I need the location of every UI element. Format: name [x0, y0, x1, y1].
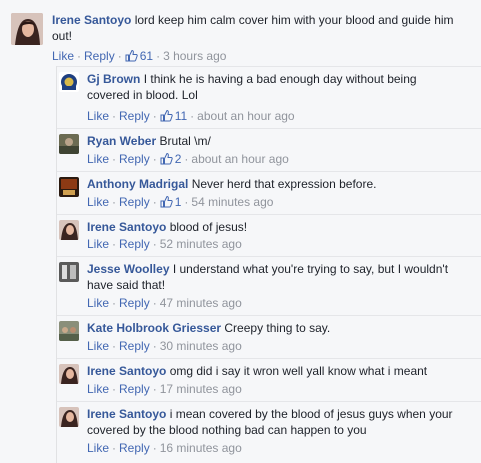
reply-text: Anthony Madrigal Never herd that express…	[87, 177, 377, 191]
avatar[interactable]	[59, 364, 79, 384]
like-count-badge[interactable]: 1	[160, 195, 181, 209]
reply-actions: Like · Reply · 1 · 54 minutes ago	[87, 195, 274, 209]
timestamp[interactable]: 54 minutes ago	[191, 195, 273, 209]
reply-actions: Like · Reply · 11 · about an hour ago	[87, 109, 295, 123]
author-name[interactable]: Kate Holbrook Griesser	[87, 321, 221, 335]
reply-thread-line	[56, 66, 57, 463]
avatar[interactable]	[59, 134, 79, 154]
author-name[interactable]: Irene Santoyo	[87, 220, 166, 234]
like-link[interactable]: Like	[87, 339, 109, 353]
timestamp[interactable]: 30 minutes ago	[160, 339, 242, 353]
like-link[interactable]: Like	[87, 152, 109, 166]
timestamp[interactable]: 17 minutes ago	[160, 382, 242, 396]
author-name[interactable]: Irene Santoyo	[87, 407, 166, 421]
reply-link[interactable]: Reply	[119, 237, 150, 251]
thumbs-up-icon	[160, 195, 173, 208]
avatar[interactable]	[59, 177, 79, 197]
divider	[57, 358, 481, 359]
reply-link[interactable]: Reply	[119, 382, 150, 396]
like-count-badge[interactable]: 11	[160, 109, 187, 123]
reply-actions: Like · Reply · 2 · about an hour ago	[87, 152, 289, 166]
comment-text: Irene Santoyo lord keep him calm cover h…	[52, 13, 454, 43]
reply-text: Kate Holbrook Griesser Creepy thing to s…	[87, 321, 331, 335]
timestamp[interactable]: 16 minutes ago	[160, 441, 242, 455]
thumbs-up-icon	[125, 49, 138, 62]
like-link[interactable]: Like	[87, 195, 109, 209]
author-name[interactable]: Ryan Weber	[87, 134, 156, 148]
author-name[interactable]: Jesse Woolley	[87, 262, 170, 276]
reply-text: Gj Brown I think he is having a bad enou…	[87, 72, 417, 102]
avatar[interactable]	[11, 13, 43, 45]
timestamp[interactable]: about an hour ago	[191, 152, 288, 166]
reply-actions: Like · Reply · 52 minutes ago	[87, 237, 242, 251]
like-link[interactable]: Like	[87, 382, 109, 396]
like-link[interactable]: Like	[52, 49, 74, 63]
divider	[57, 214, 481, 215]
divider	[57, 128, 481, 129]
timestamp[interactable]: about an hour ago	[197, 109, 294, 123]
avatar[interactable]	[59, 72, 79, 92]
reply-text: Irene Santoyo blood of jesus!	[87, 220, 248, 234]
reply-actions: Like · Reply · 47 minutes ago	[87, 296, 242, 310]
avatar[interactable]	[59, 321, 79, 341]
reply-link[interactable]: Reply	[84, 49, 115, 63]
like-count-badge[interactable]: 2	[160, 152, 181, 166]
like-count-badge[interactable]: 61	[125, 49, 153, 63]
reply-link[interactable]: Reply	[119, 339, 150, 353]
reply-link[interactable]: Reply	[119, 296, 150, 310]
divider	[57, 315, 481, 316]
like-link[interactable]: Like	[87, 296, 109, 310]
like-link[interactable]: Like	[87, 109, 109, 123]
divider	[57, 66, 481, 67]
reply-text: Ryan Weber Brutal \m/	[87, 134, 211, 148]
thumbs-up-icon	[160, 109, 173, 122]
timestamp[interactable]: 3 hours ago	[163, 49, 226, 63]
timestamp[interactable]: 52 minutes ago	[160, 237, 242, 251]
reply-link[interactable]: Reply	[119, 152, 150, 166]
author-name[interactable]: Anthony Madrigal	[87, 177, 188, 191]
top-comment: Irene Santoyo lord keep him calm cover h…	[0, 0, 481, 66]
reply-actions: Like · Reply · 16 minutes ago	[87, 441, 242, 455]
reply-link[interactable]: Reply	[119, 109, 150, 123]
reply-text: Irene Santoyo i mean covered by the bloo…	[87, 407, 453, 437]
author-name[interactable]: Gj Brown	[87, 72, 140, 86]
author-name[interactable]: Irene Santoyo	[52, 13, 131, 27]
reply-link[interactable]: Reply	[119, 195, 150, 209]
comment-actions: Like · Reply · 61 · 3 hours ago	[52, 49, 227, 63]
reply-text: Irene Santoyo omg did i say it wron well…	[87, 364, 428, 378]
like-link[interactable]: Like	[87, 441, 109, 455]
author-name[interactable]: Irene Santoyo	[87, 364, 166, 378]
reply-text: Jesse Woolley I understand what you're t…	[87, 262, 449, 292]
reply-link[interactable]: Reply	[119, 441, 150, 455]
divider	[57, 256, 481, 257]
timestamp[interactable]: 47 minutes ago	[160, 296, 242, 310]
avatar[interactable]	[59, 220, 79, 240]
thumbs-up-icon	[160, 152, 173, 165]
avatar[interactable]	[59, 407, 79, 427]
like-link[interactable]: Like	[87, 237, 109, 251]
avatar[interactable]	[59, 262, 79, 282]
reply-actions: Like · Reply · 17 minutes ago	[87, 382, 242, 396]
divider	[57, 401, 481, 402]
divider	[57, 171, 481, 172]
reply-actions: Like · Reply · 30 minutes ago	[87, 339, 242, 353]
